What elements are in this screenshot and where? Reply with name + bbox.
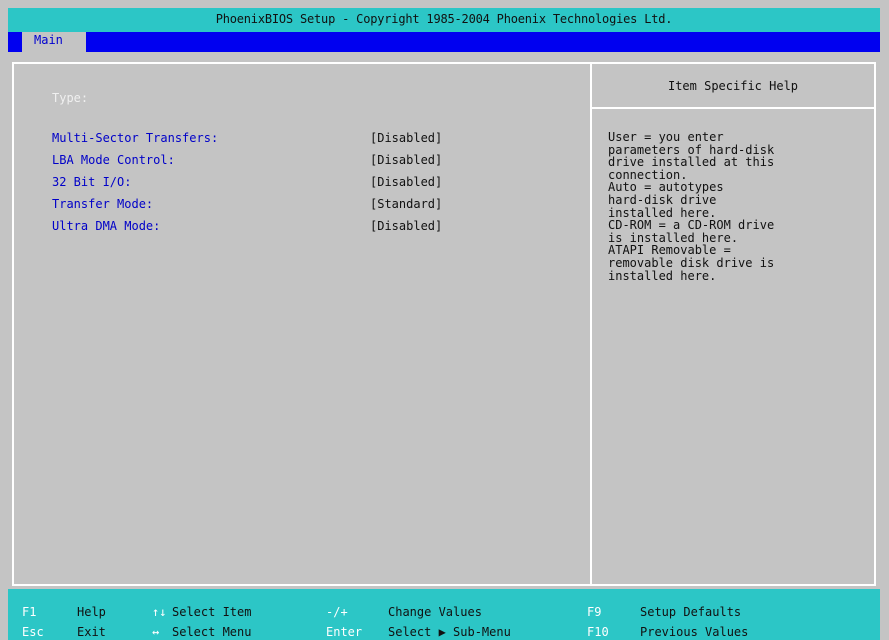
setting-label: Ultra DMA Mode: [52,219,161,233]
setting-label: Transfer Mode: [52,197,154,211]
help-line: installed here. [608,268,717,283]
help-divider-vertical [590,64,592,584]
key-arrows-leftright-desc: Select Menu [172,625,252,639]
frame-right [874,62,876,586]
key-f1[interactable]: F1 [22,605,36,619]
key-minus-plus-desc: Change Values [388,605,482,619]
setting-value[interactable]: [Standard] [370,197,442,211]
setting-value[interactable]: [Disabled] [370,153,442,167]
setting-value[interactable]: [Disabled] [370,219,442,233]
key-f10-desc: Previous Values [640,625,749,639]
help-line: User = you enter [608,130,724,144]
key-enter-desc: Select ▶ Sub-Menu [388,625,511,639]
key-arrows-updown[interactable]: ↑↓ [152,605,166,619]
menu-bar: Main [8,32,880,52]
help-panel-title: Item Specific Help [667,79,799,93]
help-line: CD-ROM = a CD-ROM drive [608,218,775,233]
setting-label: LBA Mode Control: [52,153,175,167]
key-f1-desc: Help [77,605,106,619]
setting-transfer-mode[interactable]: Transfer Mode: [Standard] [52,197,452,215]
window-title: PhoenixBIOS Setup - Copyright 1985-2004 … [8,8,880,32]
setting-value[interactable]: [Disabled] [370,175,442,189]
tab-main[interactable]: Main [22,32,86,52]
key-arrows-leftright[interactable]: ↔ [152,625,159,639]
key-minus-plus[interactable]: -/+ [326,605,348,619]
key-esc-desc: Exit [77,625,106,639]
key-f9-desc: Setup Defaults [640,605,742,619]
setting-multi-sector-transfers[interactable]: Multi-Sector Transfers: [Disabled] [52,131,452,149]
key-enter[interactable]: Enter [326,625,362,639]
help-text: User = you enter parameters of hard-disk… [608,131,868,282]
frame-left [12,62,14,586]
key-f10[interactable]: F10 [587,625,609,639]
setting-value[interactable]: [Disabled] [370,131,442,145]
setting-label: 32 Bit I/O: [52,175,132,189]
help-divider-horizontal [592,107,874,109]
help-line: drive installed at this [608,155,775,170]
key-f9[interactable]: F9 [587,605,601,619]
bios-screen: PhoenixBIOS Setup - Copyright 1985-2004 … [0,0,889,640]
type-label: Type: [52,91,89,105]
setting-lba-mode-control[interactable]: LBA Mode Control: [Disabled] [52,153,452,171]
key-legend-footer: F1 Help ↑↓ Select Item -/+ Change Values… [8,589,880,640]
setting-label: Multi-Sector Transfers: [52,131,219,145]
help-line: hard-disk drive [608,192,717,207]
key-arrows-updown-desc: Select Item [172,605,252,619]
setting-32-bit-io[interactable]: 32 Bit I/O: [Disabled] [52,175,452,193]
key-esc[interactable]: Esc [22,625,44,639]
setting-ultra-dma-mode[interactable]: Ultra DMA Mode: [Disabled] [52,219,452,237]
help-line: removable disk drive is [608,255,775,270]
frame-top [12,62,876,64]
frame-bottom [12,584,876,586]
